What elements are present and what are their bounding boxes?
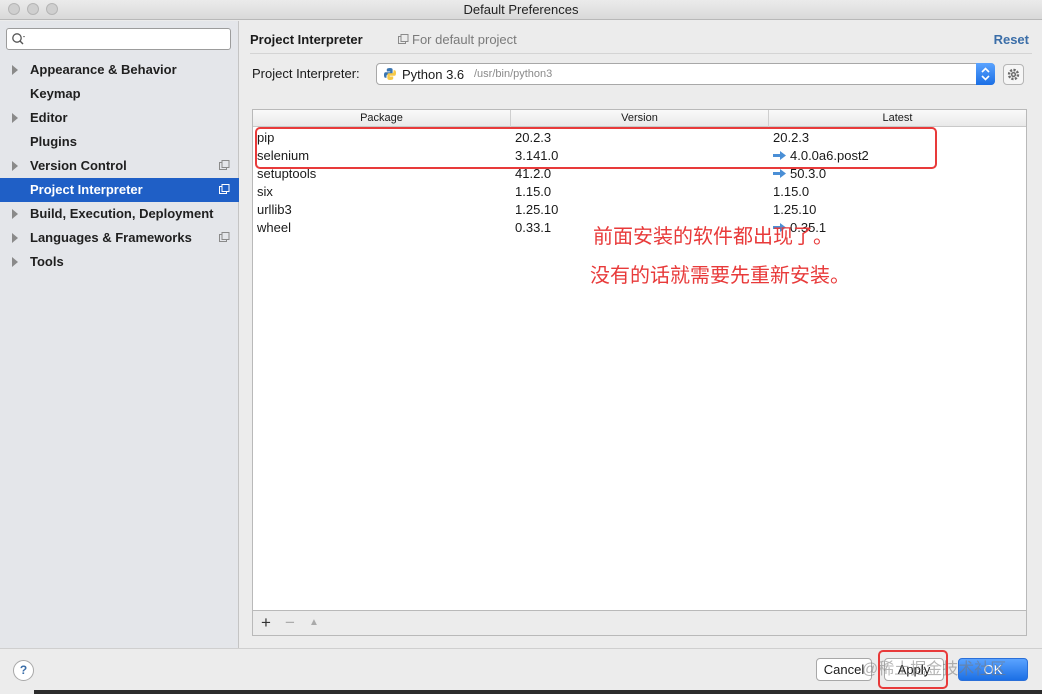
sidebar-item-label: Appearance & Behavior	[30, 62, 177, 77]
sidebar-item-label: Languages & Frameworks	[30, 230, 192, 245]
settings-nav: Appearance & Behavior Keymap Editor Plugins…	[0, 58, 239, 274]
chevron-right-icon[interactable]	[12, 113, 18, 123]
column-header-package[interactable]: Package	[253, 110, 511, 127]
chevron-up-down-icon	[981, 67, 990, 81]
page-title: Project Interpreter	[250, 32, 363, 47]
chevron-right-icon[interactable]	[12, 65, 18, 75]
chevron-right-icon[interactable]	[12, 233, 18, 243]
package-latest-cell: 1.25.10	[773, 202, 816, 217]
sidebar-item-label: Plugins	[30, 134, 77, 149]
latest-version-text: 1.15.0	[773, 184, 810, 199]
sidebar-item-appearance-behavior[interactable]: Appearance & Behavior	[0, 58, 239, 82]
apply-highlight-box	[878, 650, 948, 689]
package-name-cell: wheel	[257, 220, 291, 235]
sidebar-item-editor[interactable]: Editor	[0, 106, 239, 130]
sidebar-item-version-control[interactable]: Version Control	[0, 154, 239, 178]
sidebar-item-label: Project Interpreter	[30, 182, 143, 197]
sidebar-item-build-execution-deployment[interactable]: Build, Execution, Deployment	[0, 202, 239, 226]
table-toolbar: + − ▲	[252, 611, 1027, 636]
column-header-latest[interactable]: Latest	[769, 110, 1026, 127]
chevron-right-icon[interactable]	[12, 209, 18, 219]
interpreter-label: Project Interpreter:	[252, 66, 360, 81]
interpreter-select[interactable]: Python 3.6 /usr/bin/python3	[376, 63, 995, 85]
upgrade-package-button[interactable]: ▲	[305, 613, 323, 633]
add-package-button[interactable]: +	[257, 613, 275, 633]
copy-icon	[219, 160, 230, 170]
copy-icon	[219, 184, 230, 194]
package-name-cell: six	[257, 184, 273, 199]
remove-package-button[interactable]: −	[281, 613, 299, 633]
select-arrows[interactable]	[976, 63, 995, 85]
sidebar-item-keymap[interactable]: Keymap	[0, 82, 239, 106]
sidebar-item-tools[interactable]: Tools	[0, 250, 239, 274]
sidebar-item-languages-frameworks[interactable]: Languages & Frameworks	[0, 226, 239, 250]
sidebar-item-label: Build, Execution, Deployment	[30, 206, 214, 221]
window-titlebar: Default Preferences	[0, 0, 1042, 20]
interpreter-settings-button[interactable]	[1003, 64, 1024, 85]
scope-label: For default project	[398, 32, 517, 47]
annotation-line-1: 前面安装的软件都出现了。	[593, 224, 833, 248]
package-version-cell: 1.15.0	[515, 184, 552, 199]
taskbar-strip	[34, 690, 1042, 694]
chevron-right-icon[interactable]	[12, 161, 18, 171]
table-row[interactable]: urllib3 1.25.10 1.25.10	[253, 201, 1026, 219]
settings-sidebar: Appearance & Behavior Keymap Editor Plugins…	[0, 21, 239, 648]
table-row[interactable]: six 1.15.0 1.15.0	[253, 183, 1026, 201]
header-divider	[250, 53, 1032, 54]
package-version-cell: 1.25.10	[515, 202, 559, 217]
annotation-highlight-box	[255, 127, 937, 169]
column-header-version[interactable]: Version	[511, 110, 769, 127]
sidebar-item-label: Keymap	[30, 86, 81, 101]
package-name-cell: urllib3	[257, 202, 292, 217]
sidebar-item-label: Version Control	[30, 158, 127, 173]
packages-table: Package Version Latest pip 20.2.3 20.2.3 se…	[252, 109, 1027, 611]
chevron-right-icon[interactable]	[12, 257, 18, 267]
latest-version-text: 1.25.10	[773, 202, 817, 217]
main-panel: Project Interpreter For default project …	[240, 21, 1042, 648]
scope-text: For default project	[412, 32, 517, 47]
help-button[interactable]: ?	[13, 660, 34, 681]
package-latest-cell: 1.15.0	[773, 184, 809, 199]
copy-icon	[398, 34, 409, 44]
sidebar-item-label: Tools	[30, 254, 64, 269]
settings-search-input[interactable]	[6, 28, 231, 50]
reset-link[interactable]: Reset	[994, 32, 1029, 47]
upgrade-arrow-icon	[773, 169, 786, 178]
python-icon	[384, 68, 396, 80]
sidebar-item-label: Editor	[30, 110, 68, 125]
search-icon	[12, 33, 25, 45]
interpreter-name: Python 3.6	[402, 67, 465, 82]
interpreter-path: /usr/bin/python3	[474, 68, 553, 80]
gear-icon	[1007, 68, 1020, 81]
window-title: Default Preferences	[463, 2, 579, 17]
sidebar-item-plugins[interactable]: Plugins	[0, 130, 239, 154]
copy-icon	[219, 232, 230, 242]
table-header: Package Version Latest	[253, 110, 1026, 127]
sidebar-item-project-interpreter[interactable]: Project Interpreter	[0, 178, 239, 202]
package-version-cell: 0.33.1	[515, 220, 552, 235]
annotation-line-2: 没有的话就需要先重新安装。	[590, 263, 850, 287]
